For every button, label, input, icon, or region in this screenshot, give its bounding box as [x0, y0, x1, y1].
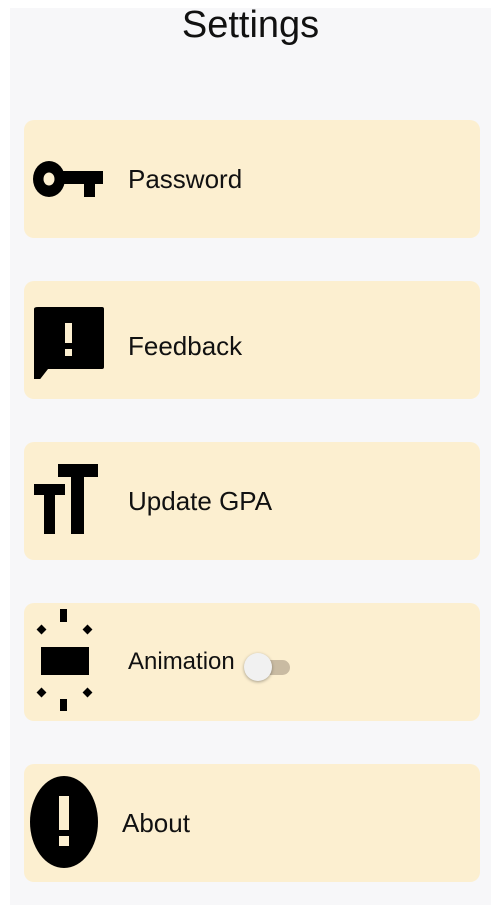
- page-title: Settings: [181, 4, 320, 46]
- settings-screen: Settings Password Feedback Update GPA An…: [10, 4, 491, 905]
- settings-item-label: About: [122, 808, 190, 838]
- settings-item-animation[interactable]: Animation: [24, 603, 480, 721]
- key-icon: [30, 142, 106, 218]
- settings-item-update-gpa[interactable]: Update GPA: [24, 442, 480, 560]
- settings-item-label: Feedback: [128, 331, 243, 361]
- settings-item-password[interactable]: Password: [24, 120, 480, 238]
- settings-item-label: Update GPA: [128, 486, 273, 516]
- info-icon: [30, 774, 102, 870]
- animation-icon: [30, 607, 106, 713]
- settings-item-label: Password: [128, 164, 243, 194]
- settings-item-about[interactable]: About: [24, 764, 480, 882]
- feedback-icon: [30, 303, 106, 379]
- animation-toggle[interactable]: [244, 653, 290, 681]
- settings-item-label: Animation: [128, 648, 235, 675]
- text-size-icon: [30, 464, 106, 540]
- toggle-thumb: [244, 653, 272, 681]
- settings-item-feedback[interactable]: Feedback: [24, 281, 480, 399]
